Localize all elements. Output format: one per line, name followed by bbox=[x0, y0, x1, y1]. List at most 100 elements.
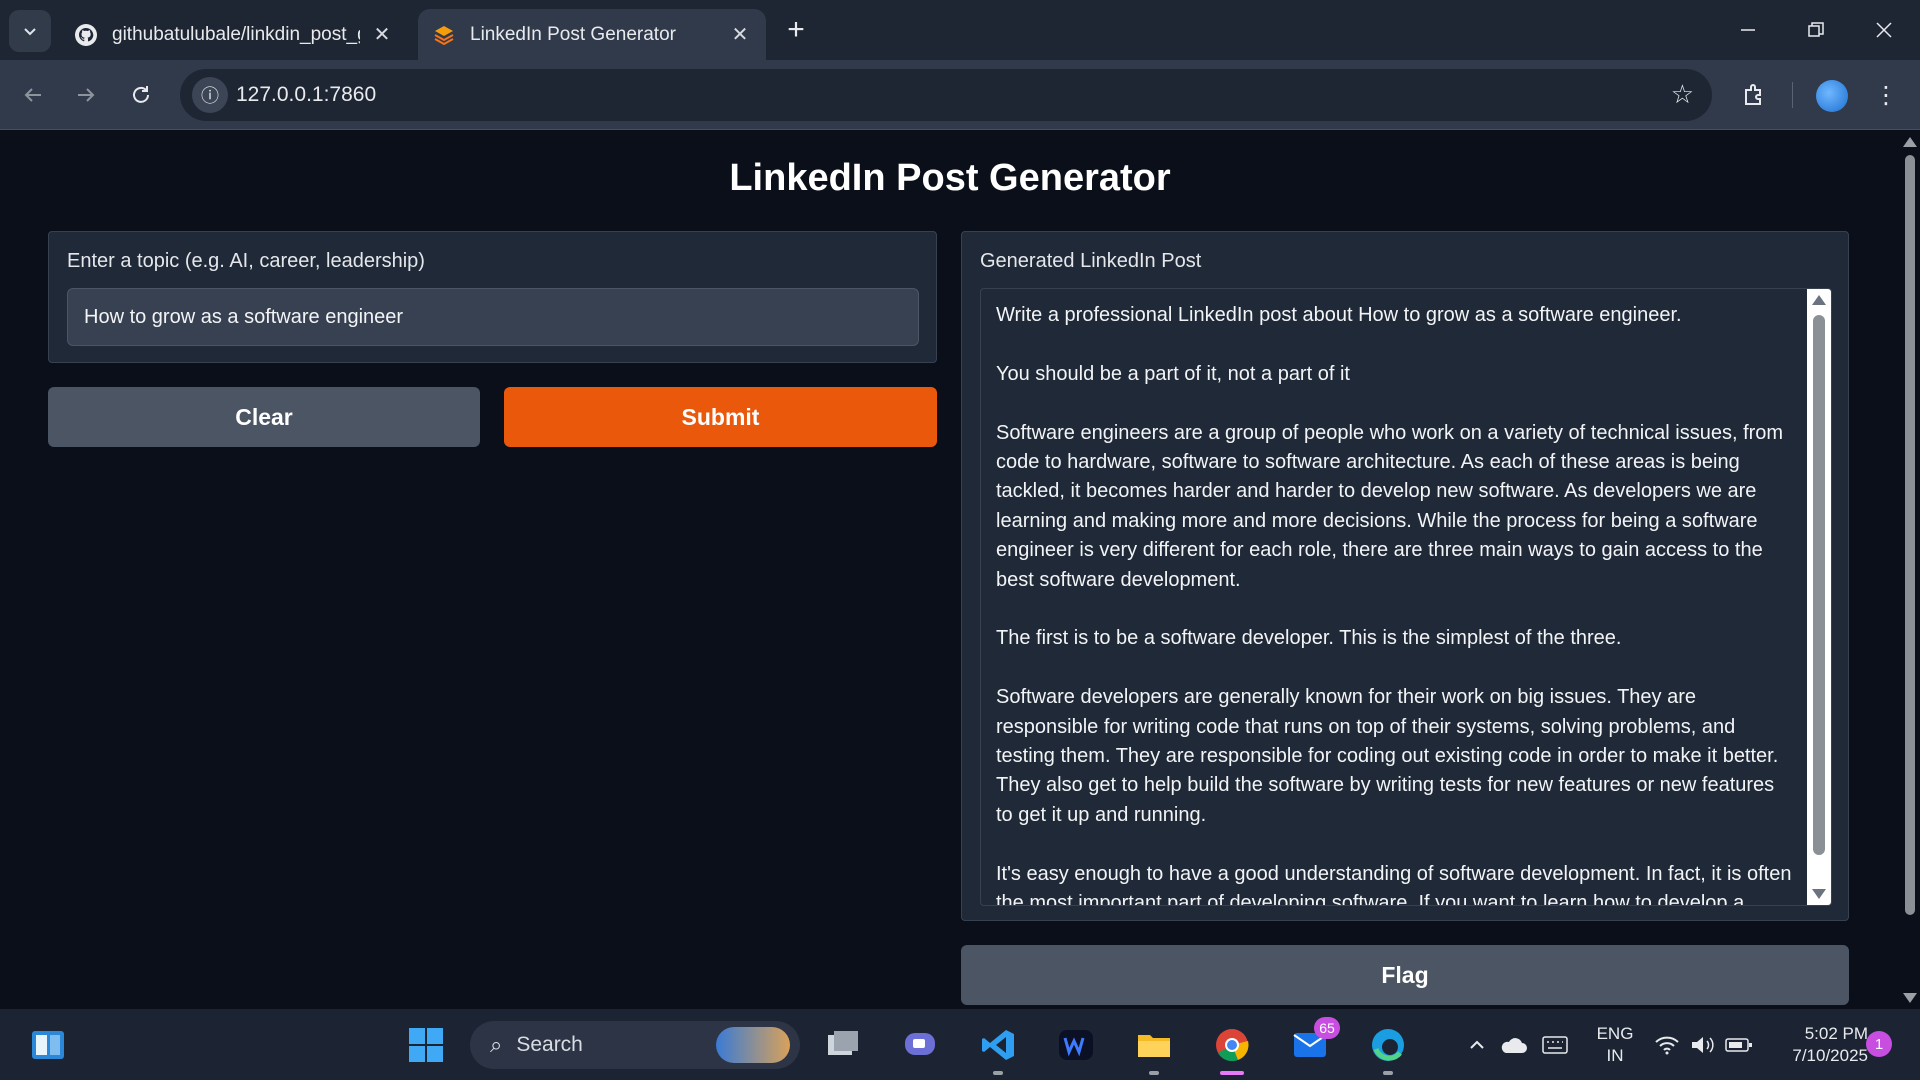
post-paragraph: Software developers are generally known … bbox=[996, 686, 1779, 826]
flag-button[interactable]: Flag bbox=[961, 945, 1849, 1005]
more-menu-icon[interactable]: ⋮ bbox=[1868, 77, 1904, 113]
mail-badge: 65 bbox=[1314, 1017, 1340, 1039]
browser-toolbar: ⓘ 127.0.0.1:7860 ☆ ⋮ bbox=[0, 60, 1920, 130]
topic-input[interactable]: How to grow as a software engineer bbox=[67, 288, 919, 346]
search-label: Search bbox=[516, 1033, 583, 1056]
post-paragraph: Write a professional LinkedIn post about… bbox=[996, 304, 1682, 326]
close-icon[interactable]: ✕ bbox=[370, 23, 394, 47]
widgets-icon bbox=[32, 1031, 64, 1059]
scroll-up-icon[interactable] bbox=[1812, 295, 1826, 305]
clock-date: 7/10/2025 bbox=[1792, 1046, 1868, 1065]
reload-button[interactable] bbox=[123, 77, 159, 113]
chevron-up-icon bbox=[1470, 1040, 1484, 1049]
onedrive-button[interactable] bbox=[1496, 1021, 1530, 1069]
reload-icon bbox=[133, 86, 149, 103]
chevron-down-icon bbox=[24, 28, 36, 36]
language-code: ENG bbox=[1596, 1024, 1634, 1043]
browser-tab-strip: githubatulubale/linkdin_post_g ✕ LinkedI… bbox=[0, 0, 1920, 60]
minimize-icon bbox=[1741, 29, 1755, 31]
running-indicator bbox=[1220, 1071, 1244, 1075]
new-tab-button[interactable]: + bbox=[780, 13, 812, 46]
vscode-button[interactable] bbox=[974, 1021, 1022, 1075]
submit-button[interactable]: Submit bbox=[504, 387, 937, 447]
input-language-indicator[interactable]: ENG IN bbox=[1590, 1023, 1640, 1067]
tab-title: githubatulubale/linkdin_post_g bbox=[112, 23, 360, 45]
windows-taskbar: ⌕ Search 65 ENG IN 5:02 PM 7/10/2025 1 bbox=[0, 1009, 1920, 1080]
close-icon[interactable]: ✕ bbox=[728, 23, 752, 47]
chrome-button[interactable] bbox=[1208, 1021, 1256, 1075]
battery-icon bbox=[1725, 1038, 1752, 1052]
tab-github[interactable]: githubatulubale/linkdin_post_g ✕ bbox=[60, 9, 408, 60]
generated-post-block: Generated LinkedIn Post Write a professi… bbox=[961, 231, 1849, 921]
chrome-icon bbox=[1216, 1029, 1249, 1062]
w-logo-icon bbox=[1059, 1030, 1093, 1060]
search-icon: ⌕ bbox=[490, 1032, 503, 1057]
edge-icon bbox=[1372, 1029, 1404, 1061]
bookmark-star-icon[interactable]: ☆ bbox=[1671, 79, 1694, 110]
page-scrollbar[interactable] bbox=[1900, 131, 1920, 1009]
running-indicator bbox=[1149, 1071, 1159, 1075]
scrollbar-thumb[interactable] bbox=[1905, 155, 1915, 915]
taskbar-search[interactable]: ⌕ Search bbox=[470, 1021, 800, 1069]
clear-button[interactable]: Clear bbox=[48, 387, 480, 447]
widgets-button[interactable] bbox=[24, 1021, 72, 1069]
puzzle-icon bbox=[1745, 84, 1761, 105]
keyboard-icon bbox=[1542, 1036, 1568, 1054]
windows-logo-icon bbox=[409, 1028, 443, 1062]
scroll-down-icon[interactable] bbox=[1903, 993, 1917, 1003]
close-window-button[interactable] bbox=[1850, 0, 1918, 60]
speaker-icon bbox=[1692, 1037, 1714, 1053]
tab-linkedin-post-generator[interactable]: LinkedIn Post Generator ✕ bbox=[418, 9, 766, 60]
url-text: 127.0.0.1:7860 bbox=[236, 83, 377, 106]
address-bar[interactable]: ⓘ 127.0.0.1:7860 ☆ bbox=[180, 69, 1712, 121]
scroll-up-icon[interactable] bbox=[1903, 137, 1917, 147]
keyboard-button[interactable] bbox=[1538, 1021, 1572, 1069]
toolbar-divider bbox=[1792, 82, 1793, 108]
chat-icon bbox=[905, 1033, 935, 1055]
show-hidden-icons-button[interactable] bbox=[1462, 1021, 1492, 1069]
arrow-left-icon bbox=[24, 88, 41, 102]
gradio-icon bbox=[434, 25, 454, 45]
volume-button[interactable] bbox=[1686, 1021, 1720, 1069]
file-explorer-button[interactable] bbox=[1130, 1021, 1178, 1075]
search-highlight-image bbox=[716, 1027, 790, 1063]
close-icon bbox=[1876, 22, 1892, 38]
task-view-button[interactable] bbox=[818, 1021, 866, 1069]
generated-post-textarea[interactable]: Write a professional LinkedIn post about… bbox=[980, 288, 1832, 906]
post-paragraph: Software engineers are a group of people… bbox=[996, 421, 1784, 591]
generated-post-text: Write a professional LinkedIn post about… bbox=[996, 301, 1796, 906]
tab-title: LinkedIn Post Generator bbox=[470, 23, 676, 45]
cloud-icon bbox=[1501, 1038, 1527, 1053]
scroll-down-icon[interactable] bbox=[1812, 889, 1826, 899]
generated-post-label: Generated LinkedIn Post bbox=[980, 250, 1202, 272]
scrollbar-thumb[interactable] bbox=[1813, 315, 1825, 855]
running-indicator bbox=[993, 1071, 1003, 1075]
tab-search-button[interactable] bbox=[9, 10, 51, 52]
folder-icon bbox=[1138, 1035, 1170, 1057]
profile-avatar[interactable] bbox=[1816, 80, 1848, 112]
site-info-icon[interactable]: ⓘ bbox=[192, 77, 228, 113]
vscode-icon bbox=[982, 1030, 1014, 1060]
battery-button[interactable] bbox=[1722, 1021, 1756, 1069]
task-view-icon bbox=[828, 1031, 858, 1055]
running-indicator bbox=[1383, 1071, 1393, 1075]
back-button[interactable] bbox=[15, 77, 51, 113]
clock[interactable]: 5:02 PM 7/10/2025 bbox=[1768, 1023, 1868, 1067]
post-paragraph: It's easy enough to have a good understa… bbox=[996, 862, 1792, 906]
notification-badge[interactable]: 1 bbox=[1866, 1031, 1892, 1057]
topic-input-block: Enter a topic (e.g. AI, career, leadersh… bbox=[48, 231, 937, 363]
restore-button[interactable] bbox=[1782, 0, 1850, 60]
textarea-scrollbar[interactable] bbox=[1807, 289, 1831, 905]
edge-button[interactable] bbox=[1364, 1021, 1412, 1075]
teams-chat-button[interactable] bbox=[896, 1021, 944, 1069]
app-w-button[interactable] bbox=[1052, 1021, 1100, 1069]
forward-button[interactable] bbox=[68, 77, 104, 113]
arrow-right-icon bbox=[78, 88, 95, 102]
wifi-button[interactable] bbox=[1650, 1021, 1684, 1069]
outlook-button[interactable]: 65 bbox=[1286, 1017, 1340, 1069]
post-paragraph: The first is to be a software developer.… bbox=[996, 627, 1622, 650]
start-button[interactable] bbox=[402, 1021, 450, 1069]
extensions-icon[interactable] bbox=[1736, 77, 1772, 113]
wifi-icon bbox=[1655, 1036, 1679, 1055]
minimize-button[interactable] bbox=[1714, 0, 1782, 60]
